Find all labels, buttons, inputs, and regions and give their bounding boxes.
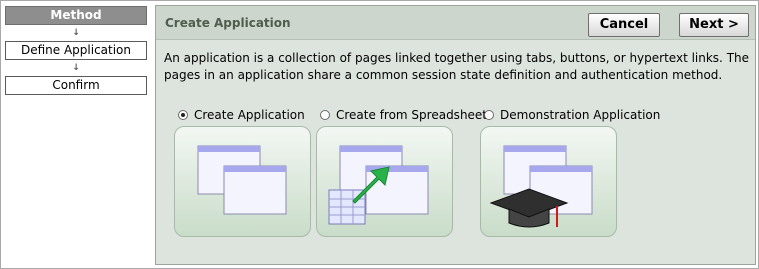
create-application-panel: Create Application Cancel Next > An appl… [155, 5, 756, 265]
graduation-cap-icon [489, 145, 593, 228]
step-arrow-icon: ↓ [72, 28, 80, 38]
panel-title: Create Application [165, 16, 291, 30]
option-label: Create Application [194, 108, 305, 122]
cancel-button[interactable]: Cancel [588, 13, 660, 37]
panel-header: Create Application Cancel Next > [156, 6, 755, 40]
create-from-spreadsheet-tile[interactable] [316, 126, 453, 237]
wizard-steps: Method ↓ Define Application ↓ Confirm [5, 6, 147, 95]
option-label: Demonstration Application [500, 108, 661, 122]
create-application-tile[interactable] [174, 126, 311, 237]
option-create-from-spreadsheet[interactable]: Create from Spreadsheet [320, 107, 487, 123]
step-arrow-icon: ↓ [72, 63, 80, 73]
next-button[interactable]: Next > [679, 13, 749, 37]
step-define-application: Define Application [5, 41, 147, 60]
radio-icon[interactable] [484, 110, 494, 120]
step-confirm: Confirm [5, 76, 147, 95]
step-method: Method [5, 6, 147, 25]
spreadsheet-import-icon [328, 145, 429, 225]
radio-icon[interactable] [320, 110, 330, 120]
radio-selected-icon[interactable] [178, 110, 188, 120]
page-frame: Method ↓ Define Application ↓ Confirm Cr… [0, 0, 759, 269]
panel-description: An application is a collection of pages … [164, 51, 750, 82]
option-label: Create from Spreadsheet [336, 108, 488, 122]
application-windows-icon [197, 145, 287, 215]
option-create-application[interactable]: Create Application [178, 107, 305, 123]
option-demonstration-application[interactable]: Demonstration Application [484, 107, 660, 123]
demonstration-application-tile[interactable] [480, 126, 617, 237]
